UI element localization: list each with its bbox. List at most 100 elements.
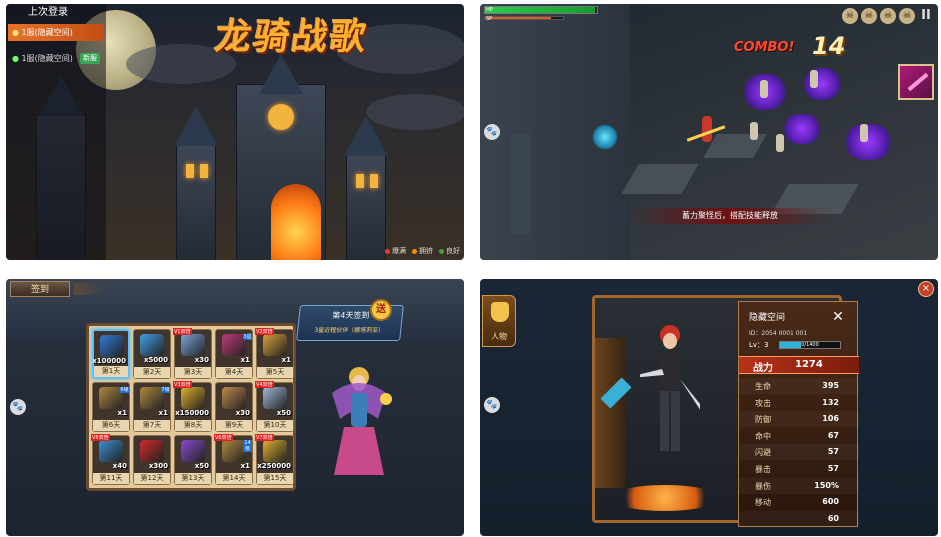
- stat-label: 闪避: [755, 448, 771, 458]
- tab-arrow: [74, 283, 104, 295]
- hero-character-illustration: [640, 325, 700, 451]
- stat-value: 600: [822, 497, 839, 507]
- paw-icon[interactable]: 🐾: [484, 397, 500, 413]
- spawn-vortex: [800, 68, 844, 100]
- reward-cell[interactable]: V5双倍 x40 第11天: [91, 434, 130, 485]
- skull-icon: ☠: [880, 8, 896, 24]
- server-list-header: 上次登录: [28, 7, 68, 18]
- reward-cell[interactable]: x5000 第2天: [133, 329, 171, 379]
- hero-level: Lv：3: [749, 341, 769, 349]
- reward-item-icon: [222, 387, 246, 409]
- reward-item-icon: [99, 440, 123, 462]
- reward-item-icon: [140, 440, 164, 462]
- reward-quantity: x50: [194, 462, 209, 470]
- reward-day-label: 第11天: [93, 473, 129, 484]
- reward-cell[interactable]: V3双倍 x150000 第8天: [173, 381, 212, 432]
- reward-cell[interactable]: V7双倍 x250000 第15天: [255, 434, 294, 485]
- reward-cell[interactable]: V4双倍 x50 第10天: [255, 381, 294, 432]
- game-logo: 龙骑战歌: [212, 16, 371, 58]
- reward-quantity: x300: [148, 462, 168, 470]
- stat-row: 移动 600: [739, 494, 859, 510]
- reward-item-icon: [263, 334, 287, 356]
- hero-screen-panel: 人物 🐾 × 隐藏空间 ✕ ID：2054 0001 001 Lv：3 0/14…: [480, 279, 938, 536]
- skull-icon: ☠: [861, 8, 877, 24]
- combat-power: 战力 1274: [739, 356, 859, 374]
- skeleton-enemy: [810, 70, 818, 88]
- reward-cell[interactable]: x30 第9天: [215, 382, 253, 432]
- sp-bar: [484, 16, 564, 20]
- skeleton-enemy: [750, 122, 758, 140]
- reward-quantity: x250000: [257, 462, 291, 470]
- blade-skill-icon: [907, 72, 929, 92]
- castle-gate-fire: [271, 184, 321, 260]
- checkin-screen-panel: 签到 🐾 x100000 第1天 x5000 第2天 V1双倍 x30 第3天 3星 x1 第4天…: [6, 279, 464, 536]
- hero-tab[interactable]: 人物: [482, 295, 516, 347]
- skeleton-enemy: [776, 134, 784, 152]
- reward-day-label: 第5天: [257, 367, 293, 378]
- skill-button[interactable]: [898, 64, 934, 100]
- pause-button[interactable]: II: [918, 8, 934, 24]
- combo-count: 14: [812, 32, 846, 60]
- reward-item-icon: [263, 440, 287, 462]
- stat-label: 移动: [755, 498, 771, 508]
- tutorial-hint: 蓄力聚怪后，搭配技能释放: [630, 208, 830, 224]
- reward-cell[interactable]: 6级 x1 第6天: [92, 382, 130, 432]
- reward-quantity: x1: [240, 462, 250, 470]
- stat-row: 攻击 132: [739, 395, 859, 411]
- hero-id: ID：2054 0001 001: [749, 330, 808, 337]
- stat-value: 132: [822, 397, 839, 407]
- legend-item: 爆满: [385, 246, 406, 256]
- stat-value: 67: [827, 430, 839, 440]
- paw-icon[interactable]: 🐾: [10, 399, 26, 415]
- reward-cell[interactable]: 7级 x1 第7天: [133, 382, 171, 432]
- hero-tab-label: 人物: [491, 332, 507, 341]
- paw-icon[interactable]: 🐾: [484, 124, 500, 140]
- reward-cell[interactable]: x50 第13天: [174, 435, 212, 485]
- hp-label: HP: [486, 7, 493, 13]
- helmet-icon: [491, 302, 509, 322]
- reward-day-label: 第13天: [175, 473, 211, 484]
- reward-day-label: 第8天: [175, 420, 211, 431]
- exp-text: 0/1400: [801, 342, 819, 348]
- reward-quantity: x1: [240, 356, 250, 364]
- reward-quantity: x1: [158, 409, 168, 417]
- stat-row: 生命 395: [739, 378, 859, 394]
- reward-cell[interactable]: x100000 第1天: [92, 329, 130, 379]
- reward-quantity: x1: [117, 409, 127, 417]
- reward-day-label: 第2天: [134, 367, 170, 378]
- stat-row: 暴伤 150%: [739, 477, 859, 494]
- reward-cell[interactable]: V1双倍 x30 第3天: [173, 328, 212, 379]
- reward-item-icon: [181, 334, 205, 356]
- new-server-badge: 新服: [80, 53, 100, 64]
- stat-row: 闪避 57: [739, 444, 859, 461]
- reward-quantity: x50: [276, 409, 291, 417]
- reward-cell[interactable]: 3星 x1 第4天: [215, 329, 253, 379]
- reward-grid: x100000 第1天 x5000 第2天 V1双倍 x30 第3天 3星 x1 第4天 V2双倍 x…: [91, 328, 294, 485]
- frame-ornament: [595, 338, 625, 488]
- stat-row: 防御 106: [739, 411, 859, 428]
- server-item[interactable]: ● 1服(隐藏空间) 新服: [8, 52, 104, 66]
- legend-item: 拥挤: [412, 246, 433, 256]
- level-tag: 14级: [243, 440, 252, 452]
- level-tag: 6级: [120, 387, 129, 393]
- reward-day-label: 第15天: [257, 473, 293, 484]
- hp-bar: [484, 6, 598, 14]
- checkin-tab[interactable]: 签到: [10, 281, 70, 297]
- reward-day-label: 第7天: [134, 420, 170, 431]
- stat-row: 暴击 57: [739, 461, 859, 477]
- reward-day-label: 第10天: [257, 420, 293, 431]
- spawn-vortex: [840, 124, 896, 160]
- vip-double-tag: V2双倍: [255, 328, 274, 335]
- reward-cell[interactable]: V6双倍 14级 x1 第14天: [214, 434, 253, 485]
- stat-value: 395: [822, 381, 839, 390]
- skeleton-enemy: [860, 124, 868, 142]
- reward-item-icon: [263, 387, 287, 409]
- server-item-active[interactable]: ● 1服(隐藏空间): [8, 24, 104, 41]
- reward-day-label: 第12天: [134, 473, 170, 484]
- close-button[interactable]: ×: [918, 281, 934, 297]
- reward-cell[interactable]: x300 第12天: [133, 435, 171, 485]
- reward-day-label: 第14天: [216, 473, 252, 484]
- vip-double-tag: V1双倍: [173, 328, 192, 335]
- reward-quantity: x5000: [144, 356, 168, 364]
- reward-cell[interactable]: V2双倍 x1 第5天: [255, 328, 294, 379]
